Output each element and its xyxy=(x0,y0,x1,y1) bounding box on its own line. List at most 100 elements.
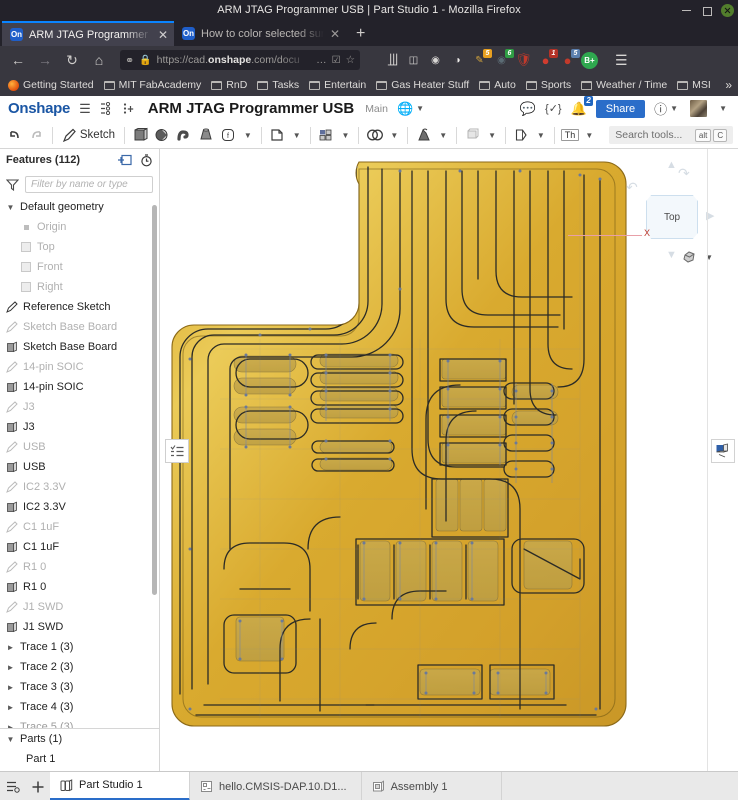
forward-icon[interactable]: → xyxy=(33,49,57,71)
feature-14-pin-soic-extrude[interactable]: 14-pin SOIC xyxy=(0,377,159,397)
tampermonkey-icon[interactable]: ◉ 6 xyxy=(493,48,514,69)
feature-ic2-33v-extrude[interactable]: IC2 3.3V xyxy=(0,497,159,517)
pattern-icon[interactable] xyxy=(317,125,336,146)
ublock-shield-icon[interactable]: 🛡 xyxy=(515,52,532,69)
feature-folder-trace-3[interactable]: ► Trace 3 (3) xyxy=(0,677,159,697)
bookmark-getting-started[interactable]: Getting Started xyxy=(4,78,98,92)
globe-icon[interactable]: 🌐 ▼ xyxy=(397,101,427,117)
part-item-part-1[interactable]: Part 1 xyxy=(0,749,159,769)
bookmark-gas-heater-stuff[interactable]: Gas Heater Stuff xyxy=(372,78,473,92)
bell-icon[interactable]: 🔔 2 xyxy=(571,95,593,117)
redo-icon[interactable] xyxy=(27,125,46,146)
feature-r1-0-extrude[interactable]: R1 0 xyxy=(0,577,159,597)
view-cube-face-top[interactable]: Top xyxy=(646,195,698,239)
chevron-right-icon[interactable]: ► xyxy=(6,723,15,729)
chevron-down-icon[interactable]: ▼ xyxy=(436,131,450,140)
document-tab-part-studio-1[interactable]: Part Studio 1 xyxy=(50,772,190,800)
address-bar[interactable]: ⚭ 🔒 https://cad.onshape.com/docu … ☑ ☆ xyxy=(120,50,360,70)
maximize-button[interactable] xyxy=(701,5,712,16)
minimize-button[interactable] xyxy=(681,5,692,16)
revolve-icon[interactable] xyxy=(153,125,172,146)
chevron-right-icon[interactable]: ► xyxy=(6,663,15,672)
bookmark-rnd[interactable]: RnD xyxy=(207,78,251,92)
versions-icon[interactable]: {✓} xyxy=(545,102,562,115)
browser-tab-1[interactable]: On How to color selected surf ✕ xyxy=(174,21,346,46)
bookmark-tasks[interactable]: Tasks xyxy=(253,78,303,92)
bookmark-sports[interactable]: Sports xyxy=(522,78,575,92)
feature-c1-1uf-sketch[interactable]: C1 1uF xyxy=(0,517,159,537)
plane-icon[interactable] xyxy=(463,125,482,146)
feature-tree-scrollbar[interactable] xyxy=(152,197,157,728)
graphics-viewport[interactable]: ▲ ▼ ▶ ↶ ↷ Top X ▼ xyxy=(160,149,738,771)
home-icon[interactable]: ⌂ xyxy=(87,49,111,71)
chevron-down-icon[interactable]: ▼ xyxy=(582,131,596,140)
add-tab-icon[interactable] xyxy=(25,772,50,800)
pocket-icon[interactable]: ☑ xyxy=(332,55,341,66)
bookmark-entertain[interactable]: Entertain xyxy=(305,78,370,92)
back-icon[interactable]: ← xyxy=(6,49,30,71)
bookmark-auto[interactable]: Auto xyxy=(475,78,520,92)
sketch-button[interactable]: Sketch xyxy=(59,128,118,143)
close-window-button[interactable] xyxy=(721,3,734,17)
ghostery-icon[interactable]: ● 5 xyxy=(559,48,580,69)
bookmark-star-icon[interactable]: ☆ xyxy=(346,54,355,66)
chevron-down-icon[interactable]: ▼ xyxy=(6,203,15,212)
feature-folder-trace-2[interactable]: ► Trace 2 (3) xyxy=(0,657,159,677)
loft-icon[interactable] xyxy=(197,125,216,146)
bookmarks-overflow-icon[interactable]: » xyxy=(725,78,734,92)
search-tools-input[interactable]: Search tools... alt C xyxy=(609,126,734,144)
arrow-up-icon[interactable]: ▲ xyxy=(666,159,677,171)
window-controls[interactable] xyxy=(681,0,734,20)
share-button[interactable]: Share xyxy=(595,99,646,118)
new-tab-button[interactable]: + xyxy=(346,25,373,46)
feature-j3-extrude[interactable]: J3 xyxy=(0,417,159,437)
feature-reference-sketch[interactable]: Reference Sketch xyxy=(0,297,159,317)
chevron-down-icon[interactable]: ▼ xyxy=(534,131,548,140)
shield-icon[interactable]: ⚭ xyxy=(125,54,134,67)
transform-icon[interactable] xyxy=(512,125,531,146)
chevron-right-icon[interactable]: ► xyxy=(6,703,15,712)
rotate-cw-icon[interactable]: ↷ xyxy=(678,165,690,182)
section-view-icon[interactable] xyxy=(711,439,735,463)
chevron-down-icon[interactable]: ▼ xyxy=(6,735,15,744)
onshape-logo[interactable]: Onshape xyxy=(8,100,70,117)
stylus-extension-icon[interactable]: ✎ 5 xyxy=(471,48,492,69)
chevron-right-icon[interactable]: ► xyxy=(6,643,15,652)
close-tab-icon[interactable]: ✕ xyxy=(330,28,340,40)
feature-j3-sketch[interactable]: J3 xyxy=(0,397,159,417)
feature-folder-trace-5[interactable]: ► Trace 5 (3) xyxy=(0,717,159,728)
document-tree-icon[interactable] xyxy=(100,102,113,115)
tab-list-icon[interactable] xyxy=(0,772,25,800)
shell-icon[interactable] xyxy=(268,125,287,146)
adblock-icon[interactable]: ● 1 xyxy=(537,48,558,69)
bookmark-weather-time[interactable]: Weather / Time xyxy=(577,78,671,92)
parts-header[interactable]: ▼ Parts (1) xyxy=(0,729,159,749)
feature-origin[interactable]: Origin xyxy=(0,217,159,237)
feature-usb-sketch[interactable]: USB xyxy=(0,437,159,457)
chevron-down-icon[interactable]: ▼ xyxy=(339,131,353,140)
draft-icon[interactable] xyxy=(414,125,433,146)
bitwarden-icon[interactable]: B+ xyxy=(581,51,598,69)
boolean-icon[interactable] xyxy=(365,125,384,146)
dark-reader-icon[interactable]: ◑ xyxy=(449,52,466,69)
feature-folder-trace-4[interactable]: ► Trace 4 (3) xyxy=(0,697,159,717)
sweep-icon[interactable] xyxy=(175,125,194,146)
thickness-icon[interactable]: Th xyxy=(560,129,580,141)
avatar[interactable] xyxy=(690,100,708,117)
feature-sketch-base-board-extrude[interactable]: Sketch Base Board xyxy=(0,337,159,357)
close-tab-icon[interactable]: ✕ xyxy=(158,29,168,41)
feature-default-geometry[interactable]: ▼ Default geometry xyxy=(0,197,159,217)
feature-plane-front[interactable]: Front xyxy=(0,257,159,277)
comment-icon[interactable]: 💬 xyxy=(520,101,536,117)
scrollbar-thumb[interactable] xyxy=(152,205,157,595)
bookmark-mit-fabacademy[interactable]: MIT FabAcademy xyxy=(100,78,206,92)
feature-14-pin-soic-sketch[interactable]: 14-pin SOIC xyxy=(0,357,159,377)
feature-plane-right[interactable]: Right xyxy=(0,277,159,297)
bookmark-msi[interactable]: MSI xyxy=(673,78,715,92)
feature-plane-top[interactable]: Top xyxy=(0,237,159,257)
fillet-icon[interactable]: f xyxy=(219,125,238,146)
filter-input[interactable]: Filter by name or type xyxy=(25,175,153,193)
arrow-down-icon[interactable]: ▼ xyxy=(666,249,677,261)
sidebar-icon[interactable]: ◫ xyxy=(405,52,422,69)
hamburger-icon[interactable]: ☰ xyxy=(79,101,91,117)
